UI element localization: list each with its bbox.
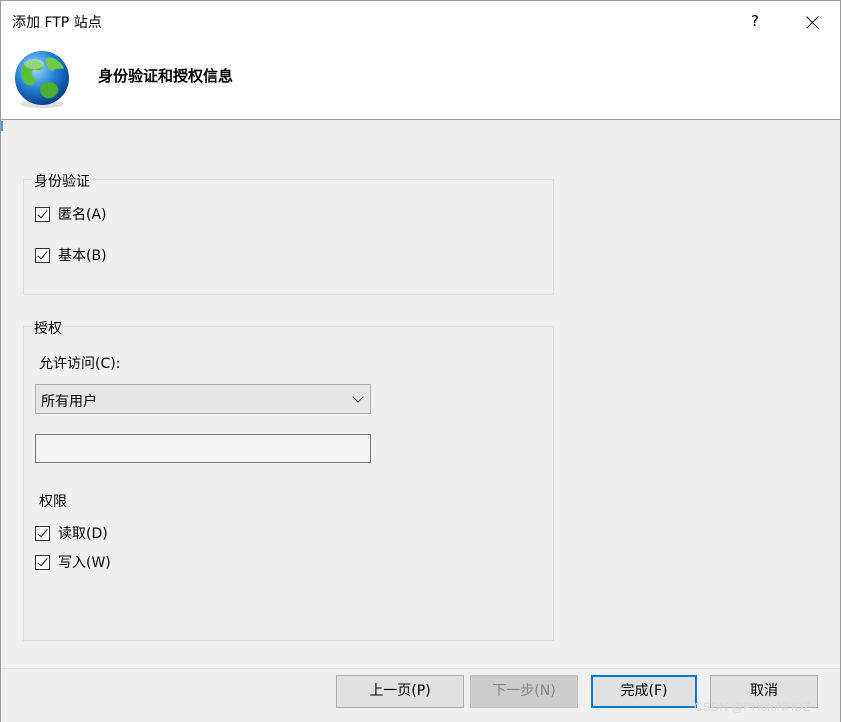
write-label: 写入(W) [58, 555, 111, 571]
page-title: 身份验证和授权信息 [98, 67, 234, 85]
help-button[interactable]: ? [739, 5, 771, 37]
title-bar[interactable]: 添加 FTP 站点 ? [1, 1, 840, 41]
anonymous-checkbox[interactable]: 匿名(A) [35, 205, 107, 223]
close-icon[interactable] [795, 5, 831, 37]
allow-access-value: 所有用户 [41, 394, 97, 410]
checkbox-checked-icon[interactable] [35, 206, 50, 222]
read-checkbox[interactable]: 读取(D) [35, 524, 108, 542]
checkbox-checked-icon[interactable] [35, 525, 50, 541]
watermark: CSDN @PHotoNHDZ [694, 700, 811, 714]
basic-checkbox[interactable]: 基本(B) [35, 246, 107, 264]
authorization-group [23, 326, 554, 641]
previous-button[interactable]: 上一页(P) [336, 675, 464, 708]
basic-label: 基本(B) [58, 248, 107, 264]
add-ftp-site-dialog: 添加 FTP 站点 ? 身份验证和授权信息 身份验证 匿名(A) 基本(B) 授… [0, 0, 841, 722]
next-button[interactable]: 下一步(N) [470, 675, 578, 708]
allow-access-select[interactable]: 所有用户 [35, 384, 371, 414]
checkbox-checked-icon[interactable] [35, 247, 50, 263]
anonymous-label: 匿名(A) [58, 207, 107, 223]
authentication-group [23, 179, 554, 295]
wizard-header: 身份验证和授权信息 [1, 41, 840, 120]
window-title: 添加 FTP 站点 [12, 15, 102, 31]
globe-icon [15, 51, 69, 108]
permissions-label: 权限 [39, 494, 67, 510]
chevron-down-icon[interactable] [352, 391, 364, 403]
write-checkbox[interactable]: 写入(W) [35, 553, 111, 571]
read-label: 读取(D) [58, 526, 108, 542]
authorization-group-label: 授权 [32, 318, 64, 338]
allow-access-label: 允许访问(C): [39, 356, 121, 372]
finish-button[interactable]: 完成(F) [591, 675, 697, 708]
authentication-group-label: 身份验证 [32, 171, 92, 191]
edge-accent [1, 121, 3, 131]
user-role-input[interactable] [35, 434, 371, 463]
checkbox-checked-icon[interactable] [35, 554, 50, 570]
